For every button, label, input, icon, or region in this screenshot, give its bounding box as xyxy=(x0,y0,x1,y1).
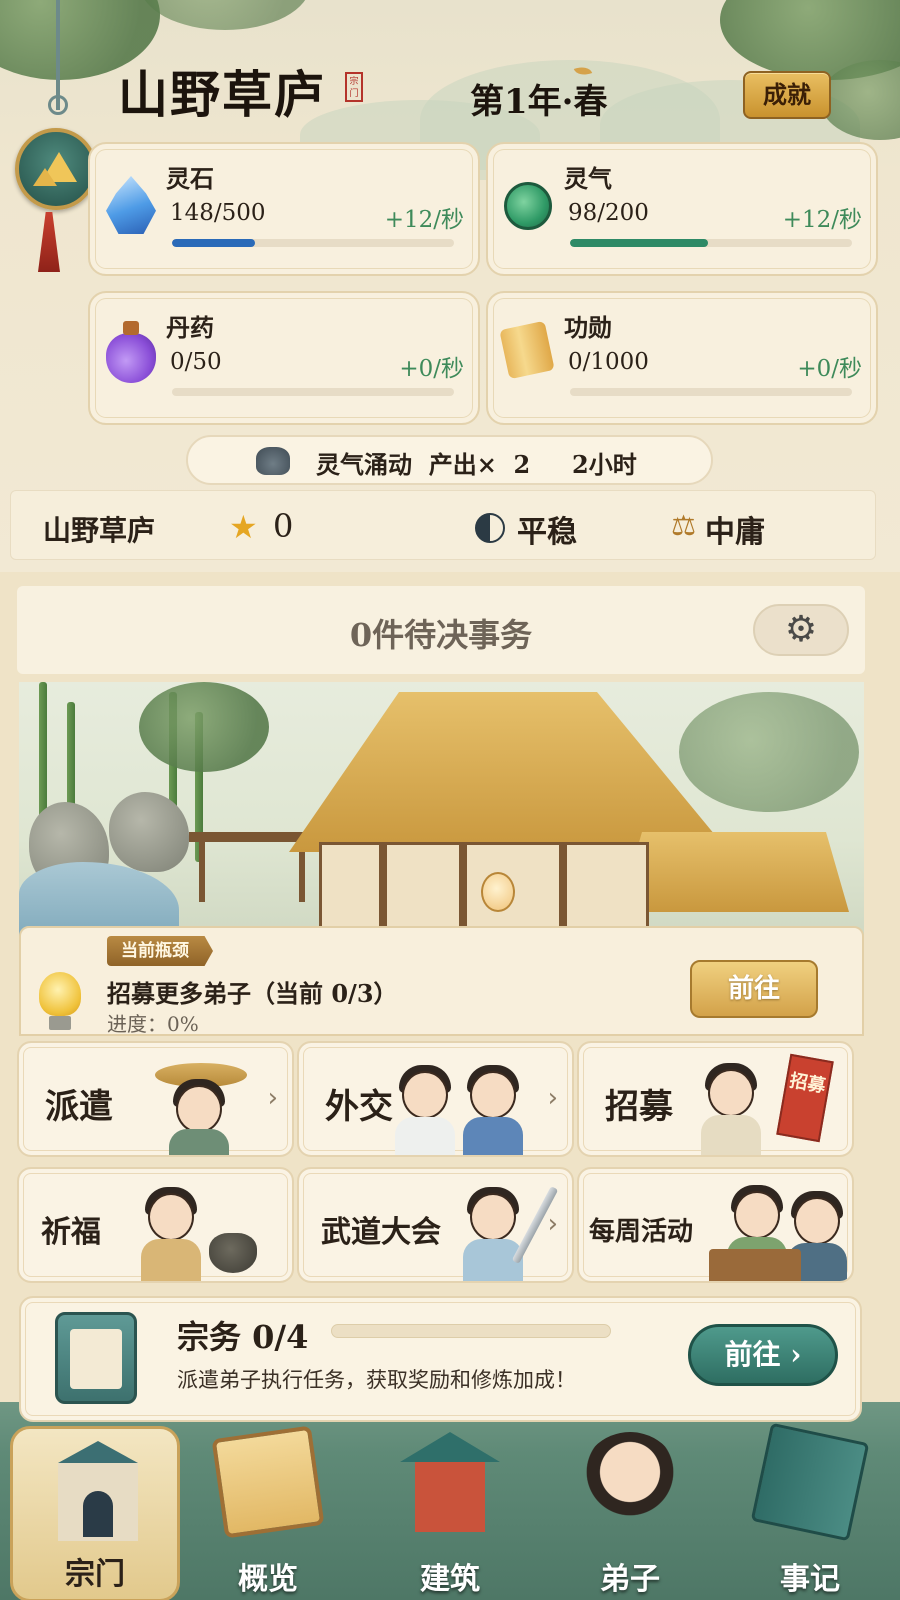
resource-progress-fill xyxy=(570,239,709,247)
quest-board-icon xyxy=(55,1312,137,1404)
resource-card-merit[interactable]: 功勋 0/1000 +0/秒 xyxy=(486,291,878,425)
nav-tab-overview[interactable]: 概览 xyxy=(183,1420,353,1600)
achievement-button[interactable]: 成就 xyxy=(743,71,831,119)
bottleneck-go-button[interactable]: 前往 xyxy=(690,960,818,1018)
quest-title: 宗务 0/4 xyxy=(177,1318,309,1356)
resource-value: 98/200 xyxy=(568,200,649,226)
bottleneck-text: 招募更多弟子（当前 0/3） xyxy=(107,979,398,1008)
elixir-icon xyxy=(106,321,156,383)
nav-label: 概览 xyxy=(238,1562,298,1597)
chevron-right-icon: › xyxy=(547,1209,558,1239)
resource-rate: +0/秒 xyxy=(797,356,862,382)
bottleneck-card: 当前瓶颈 招募更多弟子（当前 0/3） 进度：0% 前往 xyxy=(19,926,864,1036)
feature-label: 外交 xyxy=(325,1087,393,1127)
nav-tab-buildings[interactable]: 建筑 xyxy=(365,1420,535,1600)
feature-label: 祈福 xyxy=(41,1215,101,1250)
nav-label: 事记 xyxy=(780,1562,840,1597)
resource-rate: +12/秒 xyxy=(384,207,464,233)
nav-label: 宗门 xyxy=(65,1557,125,1592)
feature-weekly-events[interactable]: 每周活动 xyxy=(577,1167,854,1283)
resource-name: 灵石 xyxy=(166,164,214,193)
recruit-banner-icon: 招募 xyxy=(776,1053,834,1143)
resource-value: 0/50 xyxy=(170,349,222,375)
book-icon xyxy=(750,1422,870,1542)
quest-progress-bar xyxy=(331,1324,611,1338)
pendant-ring xyxy=(48,95,68,115)
resource-card-spirit-qi[interactable]: 灵气 98/200 +12/秒 xyxy=(486,142,878,276)
sect-name: 山野草庐 xyxy=(43,514,156,547)
taiji-icon xyxy=(475,513,505,543)
sect-status-strip: 山野草庐 ★ 0 平稳 ⚖ 中庸 xyxy=(10,490,876,560)
sect-emblem-icon[interactable] xyxy=(15,128,97,210)
sect-quest-card[interactable]: 宗务 0/4 派遣弟子执行任务，获取奖励和修炼加成！ 前往 › xyxy=(19,1296,862,1422)
feature-label: 每周活动 xyxy=(589,1217,694,1247)
bottleneck-tag: 当前瓶颈 xyxy=(107,936,213,966)
resource-card-elixir[interactable]: 丹药 0/50 +0/秒 xyxy=(88,291,480,425)
resource-name: 丹药 xyxy=(166,313,214,342)
stability-status: 平稳 xyxy=(517,515,577,550)
resource-value: 0/1000 xyxy=(568,349,649,375)
resource-name: 功勋 xyxy=(564,313,612,342)
feature-label: 派遣 xyxy=(45,1087,113,1127)
title-seal: 宗门 xyxy=(345,72,363,102)
lightbulb-base xyxy=(49,1016,71,1030)
buff-text: 灵气涌动 产出× 2 2小时 xyxy=(316,450,637,479)
bottom-navigation: 宗门 概览 建筑 弟子 事记 xyxy=(0,1420,900,1600)
resource-value: 148/500 xyxy=(170,200,266,226)
feature-dispatch[interactable]: 派遣 › xyxy=(17,1041,294,1157)
nav-tab-disciples[interactable]: 弟子 xyxy=(545,1420,715,1600)
feature-diplomacy[interactable]: 外交 › xyxy=(297,1041,574,1157)
chart-scroll-icon xyxy=(211,1425,325,1539)
nav-label: 弟子 xyxy=(600,1562,660,1597)
nav-tab-chronicle[interactable]: 事记 xyxy=(725,1420,895,1600)
resource-progress-bar xyxy=(570,388,852,396)
resource-card-spirit-stone[interactable]: 灵石 148/500 +12/秒 xyxy=(88,142,480,276)
scale-icon: ⚖ xyxy=(671,509,697,542)
resource-rate: +12/秒 xyxy=(782,207,862,233)
resource-progress-bar xyxy=(172,388,454,396)
merit-scroll-icon xyxy=(499,320,555,380)
disciple-icon xyxy=(580,1432,680,1532)
sect-title: 山野草庐 xyxy=(118,65,326,124)
pendant-string xyxy=(56,0,60,110)
incense-pot-icon xyxy=(209,1233,257,1273)
feature-label: 招募 xyxy=(605,1087,673,1127)
quest-description: 派遣弟子执行任务，获取奖励和修炼加成！ xyxy=(177,1368,576,1392)
star-icon: ★ xyxy=(229,508,258,546)
resource-rate: +0/秒 xyxy=(399,356,464,382)
quest-go-button[interactable]: 前往 › xyxy=(688,1324,838,1386)
feature-recruit[interactable]: 招募 招募 xyxy=(577,1041,854,1157)
season-indicator: 第1年·春 xyxy=(470,82,608,122)
pavilion-icon xyxy=(400,1432,500,1532)
resource-progress-bar xyxy=(172,239,454,247)
settings-button[interactable]: ⚙ xyxy=(753,604,849,656)
spirit-qi-icon xyxy=(504,182,552,230)
lightbulb-icon xyxy=(39,972,81,1016)
reputation-value: 0 xyxy=(273,507,294,545)
chevron-right-icon: › xyxy=(547,1083,558,1113)
incense-burner-icon xyxy=(256,447,290,475)
spirit-stone-icon xyxy=(106,176,156,234)
pending-affairs-text: 0件待决事务 xyxy=(349,616,533,654)
feature-martial-tournament[interactable]: 武道大会 › xyxy=(297,1167,574,1283)
sect-gate-icon xyxy=(58,1441,138,1541)
desk-icon xyxy=(709,1249,801,1281)
feature-label: 武道大会 xyxy=(321,1215,441,1250)
feature-blessing[interactable]: 祈福 xyxy=(17,1167,294,1283)
nav-label: 建筑 xyxy=(420,1562,480,1597)
resource-progress-bar xyxy=(570,239,852,247)
sect-scene-illustration xyxy=(19,682,864,942)
resource-progress-fill xyxy=(172,239,256,247)
alignment-status: 中庸 xyxy=(705,515,765,550)
buff-bar[interactable]: 灵气涌动 产出× 2 2小时 xyxy=(186,435,713,485)
resource-name: 灵气 xyxy=(564,164,612,193)
bottleneck-progress: 进度：0% xyxy=(107,1012,199,1036)
pending-affairs-panel[interactable]: 0件待决事务 ⚙ xyxy=(17,586,865,674)
chevron-right-icon: › xyxy=(267,1083,278,1113)
nav-tab-sect[interactable]: 宗门 xyxy=(10,1426,180,1600)
